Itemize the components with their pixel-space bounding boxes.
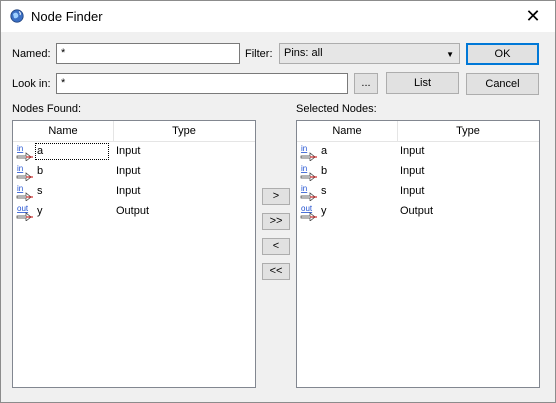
svg-text:in: in	[17, 144, 23, 153]
list-item[interactable]: out y Output	[13, 202, 255, 222]
svg-text:out: out	[17, 204, 29, 213]
svg-text:in: in	[301, 144, 307, 153]
ok-button[interactable]: OK	[466, 43, 539, 65]
node-type: Output	[400, 205, 434, 217]
input-pin-icon: in	[300, 183, 318, 202]
node-type: Input	[116, 145, 141, 157]
add-all-button[interactable]: >>	[262, 213, 290, 230]
add-button[interactable]: >	[262, 188, 290, 205]
list-item[interactable]: in b Input	[13, 162, 255, 182]
svg-text:out: out	[301, 204, 313, 213]
look-in-label: Look in:	[12, 78, 51, 90]
window-title: Node Finder	[31, 9, 103, 24]
browse-button[interactable]: ...	[354, 73, 378, 94]
look-in-input[interactable]: *	[56, 73, 348, 94]
node-name: s	[37, 185, 43, 197]
input-pin-icon: in	[300, 143, 318, 162]
input-pin-icon: in	[16, 163, 34, 182]
chevron-down-icon: ▼	[446, 50, 454, 59]
node-name: b	[321, 165, 328, 177]
node-name: s	[321, 185, 327, 197]
col-type[interactable]: Type	[114, 121, 254, 141]
nodes-found-list[interactable]: Name Type in a Input in b Input in s Input out y Ou…	[12, 120, 256, 388]
named-input[interactable]: *	[56, 43, 240, 64]
filter-select[interactable]: Pins: all ▼	[279, 43, 460, 64]
list-button[interactable]: List	[386, 72, 459, 94]
list-item[interactable]: in a Input	[13, 142, 255, 162]
svg-text:in: in	[301, 184, 307, 193]
col-name[interactable]: Name	[297, 121, 397, 141]
filter-value: Pins: all	[284, 47, 323, 59]
node-name: y	[37, 205, 43, 217]
selected-nodes-label: Selected Nodes:	[296, 103, 377, 115]
focus-rectangle	[35, 143, 109, 160]
remove-all-button[interactable]: <<	[262, 263, 290, 280]
cancel-button[interactable]: Cancel	[466, 73, 539, 95]
node-type: Input	[400, 185, 425, 197]
title-bar: Node Finder ✕	[1, 1, 555, 32]
app-globe-icon	[10, 9, 24, 23]
named-label: Named:	[12, 48, 51, 60]
svg-text:in: in	[301, 164, 307, 173]
col-name[interactable]: Name	[13, 121, 113, 141]
list-item[interactable]: in a Input	[297, 142, 539, 162]
node-name: b	[37, 165, 44, 177]
list-item[interactable]: out y Output	[297, 202, 539, 222]
nodes-found-header: Name Type	[13, 121, 255, 142]
svg-text:in: in	[17, 184, 23, 193]
selected-nodes-list[interactable]: Name Type in a Input in b Input in s Input out y Ou…	[296, 120, 540, 388]
remove-button[interactable]: <	[262, 238, 290, 255]
selected-nodes-header: Name Type	[297, 121, 539, 142]
node-type: Input	[400, 145, 425, 157]
close-icon[interactable]: ✕	[521, 5, 545, 27]
node-name: a	[321, 145, 328, 157]
list-item[interactable]: in s Input	[297, 182, 539, 202]
node-name: y	[321, 205, 327, 217]
node-type: Input	[116, 165, 141, 177]
list-item[interactable]: in s Input	[13, 182, 255, 202]
list-item[interactable]: in b Input	[297, 162, 539, 182]
output-pin-icon: out	[300, 203, 318, 222]
node-type: Output	[116, 205, 150, 217]
nodes-found-label: Nodes Found:	[12, 103, 82, 115]
node-type: Input	[116, 185, 141, 197]
input-pin-icon: in	[300, 163, 318, 182]
col-type[interactable]: Type	[398, 121, 538, 141]
input-pin-icon: in	[16, 143, 34, 162]
node-type: Input	[400, 165, 425, 177]
svg-text:in: in	[17, 164, 23, 173]
filter-label: Filter:	[245, 48, 273, 60]
node-finder-dialog: Node Finder ✕ Named: * Filter: Pins: all…	[0, 0, 556, 403]
input-pin-icon: in	[16, 183, 34, 202]
output-pin-icon: out	[16, 203, 34, 222]
